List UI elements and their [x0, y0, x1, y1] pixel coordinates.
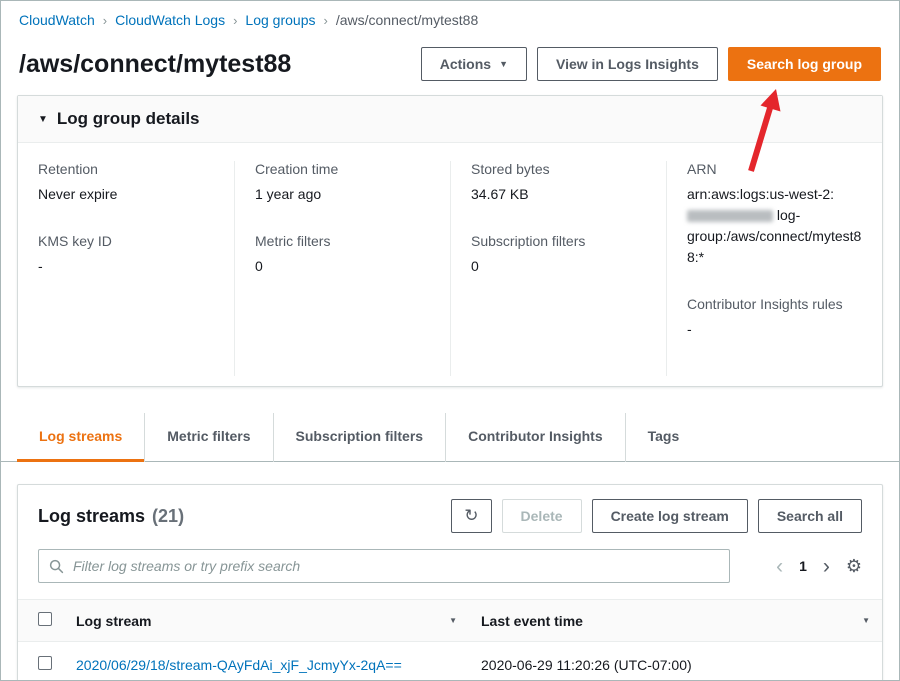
tab-contributor-insights[interactable]: Contributor Insights [445, 413, 625, 462]
subscription-filters-label: Subscription filters [471, 233, 646, 249]
refresh-button[interactable]: ↻ [451, 499, 491, 533]
breadcrumb-cloudwatch-logs[interactable]: CloudWatch Logs [115, 12, 225, 28]
search-log-group-button[interactable]: Search log group [728, 47, 881, 81]
log-group-details-header[interactable]: ▼ Log group details [18, 96, 882, 143]
arn-value-prefix: arn:aws:logs:us-west-2: [687, 186, 834, 202]
gear-icon[interactable]: ⚙ [846, 557, 862, 575]
sort-icon[interactable]: ▼ [449, 616, 457, 625]
log-streams-card: Log streams (21) ↻ Delete Create log str… [17, 484, 883, 681]
tab-subscription-filters[interactable]: Subscription filters [273, 413, 446, 462]
filter-search-box [38, 549, 730, 583]
previous-page-icon[interactable]: ‹ [776, 556, 783, 577]
breadcrumb-separator-icon: › [323, 13, 327, 28]
log-streams-table: Log stream ▼ Last event time ▼ 20 [18, 599, 882, 681]
table-header-row: Log stream ▼ Last event time ▼ [18, 600, 882, 642]
delete-button[interactable]: Delete [502, 499, 582, 533]
log-stream-link[interactable]: 2020/06/29/18/stream-QAyFdAi_xjF_JcmyYx-… [76, 657, 402, 673]
sort-icon[interactable]: ▼ [862, 616, 870, 625]
page-title: /aws/connect/mytest88 [19, 50, 291, 79]
log-streams-count: (21) [152, 506, 184, 527]
view-in-logs-insights-button[interactable]: View in Logs Insights [537, 47, 718, 81]
pagination: ‹ 1 › ⚙ [776, 556, 862, 577]
creation-time-label: Creation time [255, 161, 430, 177]
last-event-time-column-header[interactable]: Last event time ▼ [469, 600, 882, 642]
log-streams-header: Log streams (21) ↻ Delete Create log str… [18, 485, 882, 545]
kms-key-field: KMS key ID - [38, 233, 214, 277]
metric-filters-field: Metric filters 0 [255, 233, 430, 277]
row-checkbox[interactable] [38, 656, 52, 670]
details-column-4: ARN arn:aws:logs:us-west-2: log-group:/a… [666, 161, 882, 376]
tab-tags[interactable]: Tags [625, 413, 702, 462]
breadcrumb-current: /aws/connect/mytest88 [336, 12, 478, 28]
breadcrumb-separator-icon: › [233, 13, 237, 28]
kms-key-label: KMS key ID [38, 233, 214, 249]
log-group-details-card: ▼ Log group details Retention Never expi… [17, 95, 883, 387]
kms-key-value: - [38, 256, 214, 277]
subscription-filters-field: Subscription filters 0 [471, 233, 646, 277]
contributor-insights-value: - [687, 319, 862, 340]
arn-field: ARN arn:aws:logs:us-west-2: log-group:/a… [687, 161, 862, 268]
breadcrumb-log-groups[interactable]: Log groups [245, 12, 315, 28]
chevron-down-icon: ▼ [499, 60, 508, 69]
actions-button-label: Actions [440, 56, 491, 72]
create-log-stream-button[interactable]: Create log stream [592, 499, 748, 533]
tab-bar: Log streams Metric filters Subscription … [1, 413, 899, 462]
page-header: /aws/connect/mytest88 Actions ▼ View in … [1, 37, 899, 95]
metric-filters-label: Metric filters [255, 233, 430, 249]
table-row: 2020/06/29/18/stream-QAyFdAi_xjF_JcmyYx-… [18, 642, 882, 681]
tab-metric-filters[interactable]: Metric filters [144, 413, 272, 462]
contributor-insights-field: Contributor Insights rules - [687, 296, 862, 340]
details-column-1: Retention Never expire KMS key ID - [18, 161, 234, 376]
log-stream-column-label: Log stream [76, 613, 151, 629]
search-all-button[interactable]: Search all [758, 499, 862, 533]
actions-button[interactable]: Actions ▼ [421, 47, 527, 81]
arn-label: ARN [687, 161, 862, 177]
log-streams-title: Log streams (21) [38, 506, 184, 527]
breadcrumb: CloudWatch › CloudWatch Logs › Log group… [1, 1, 899, 37]
refresh-icon: ↻ [464, 506, 478, 526]
tab-log-streams[interactable]: Log streams [17, 413, 144, 462]
details-body: Retention Never expire KMS key ID - Crea… [18, 143, 882, 386]
cloudwatch-log-group-page: CloudWatch › CloudWatch Logs › Log group… [0, 0, 900, 681]
filter-log-streams-input[interactable] [73, 558, 719, 574]
stored-bytes-value: 34.67 KB [471, 186, 529, 202]
details-column-2: Creation time 1 year ago Metric filters … [234, 161, 450, 376]
search-icon [49, 559, 64, 574]
page-number[interactable]: 1 [799, 558, 807, 574]
metric-filters-value: 0 [255, 256, 430, 277]
retention-label: Retention [38, 161, 214, 177]
details-title: Log group details [57, 109, 200, 129]
select-all-checkbox[interactable] [38, 612, 52, 626]
subscription-filters-value: 0 [471, 256, 646, 277]
last-event-time-column-label: Last event time [481, 613, 583, 629]
breadcrumb-separator-icon: › [103, 13, 107, 28]
log-streams-title-text: Log streams [38, 506, 145, 527]
creation-time-field: Creation time 1 year ago [255, 161, 430, 205]
stored-bytes-field: Stored bytes 34.67 KB [471, 161, 646, 205]
collapse-caret-icon: ▼ [38, 114, 48, 125]
stored-bytes-label: Stored bytes [471, 161, 646, 177]
last-event-time: 2020-06-29 11:20:26 (UTC-07:00) [481, 657, 692, 673]
log-stream-column-header[interactable]: Log stream ▼ [64, 600, 469, 642]
arn-value: arn:aws:logs:us-west-2: log-group:/aws/c… [687, 184, 862, 268]
creation-time-value: 1 year ago [255, 184, 430, 205]
filter-row: ‹ 1 › ⚙ [18, 545, 882, 599]
retention-field: Retention Never expire [38, 161, 214, 205]
contributor-insights-label: Contributor Insights rules [687, 296, 862, 312]
details-column-3: Stored bytes 34.67 KB Subscription filte… [450, 161, 666, 376]
redacted-account-id [687, 210, 773, 222]
retention-value: Never expire [38, 184, 214, 205]
breadcrumb-cloudwatch[interactable]: CloudWatch [19, 12, 95, 28]
next-page-icon[interactable]: › [823, 556, 830, 577]
